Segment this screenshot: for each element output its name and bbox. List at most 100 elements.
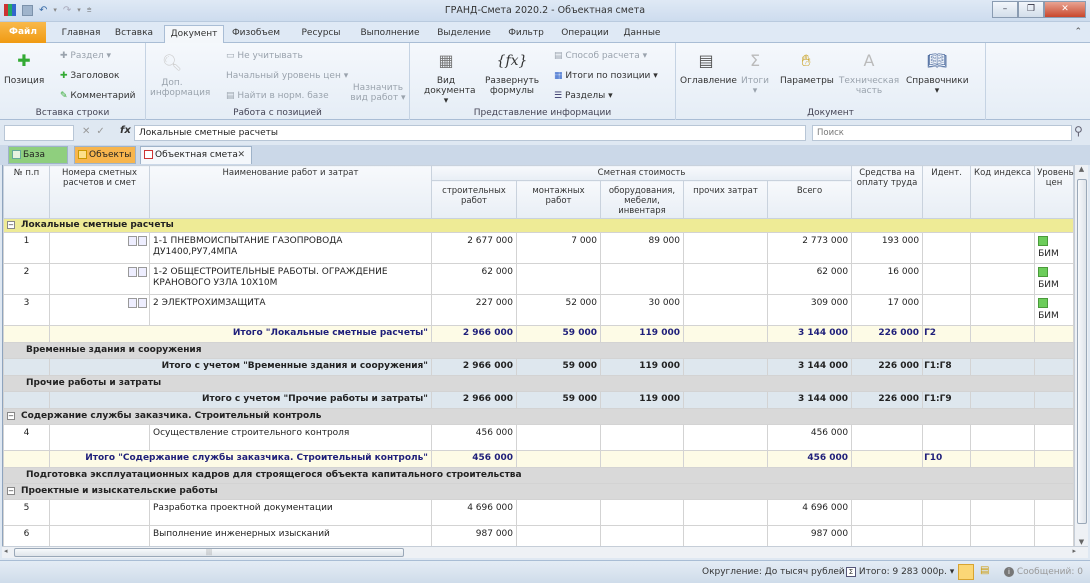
report-view-toggle[interactable]: ▤ [980, 565, 989, 576]
horizontal-scroll-thumb[interactable]: ||| [14, 548, 404, 557]
header-price-level[interactable]: Уровень цен [1034, 165, 1074, 219]
cell-ident[interactable] [922, 424, 972, 451]
cell-estimate-num[interactable] [49, 232, 150, 264]
total-total[interactable]: 3 144 000 [766, 358, 853, 376]
cell-other[interactable] [683, 232, 768, 264]
formula-input[interactable]: Локальные сметные расчеты [134, 125, 806, 141]
tab-document[interactable]: Документ [164, 25, 224, 44]
total-construction[interactable]: 2 966 000 [431, 325, 517, 343]
header-labor[interactable]: Средства на оплату труда [851, 165, 924, 219]
cell-construction[interactable]: 456 000 [431, 424, 517, 451]
total-other[interactable] [683, 325, 768, 343]
total-ident[interactable]: Г10 [922, 450, 972, 468]
cell-total[interactable]: 62 000 [766, 263, 853, 295]
total-ident[interactable]: Г1:Г8 [922, 358, 972, 376]
cell-installation[interactable]: 7 000 [516, 232, 601, 264]
cell-ident[interactable] [922, 525, 972, 546]
cell-name[interactable]: Разработка проектной документации [149, 499, 432, 526]
cell-construction[interactable]: 227 000 [431, 294, 517, 326]
total-equipment[interactable]: 119 000 [600, 358, 684, 376]
cell-price-level[interactable] [1034, 499, 1074, 526]
cell-ident[interactable] [922, 232, 972, 264]
grid-view-toggle[interactable] [958, 564, 974, 580]
tab-execution[interactable]: Выполнение [356, 25, 424, 43]
doc-icon[interactable] [128, 236, 137, 246]
total-row[interactable]: Итого с учетом "Прочие работы и затраты"… [3, 391, 1074, 409]
total-other[interactable] [683, 450, 768, 468]
empty-cell[interactable] [970, 358, 1036, 376]
scroll-down-icon[interactable]: ▼ [1075, 538, 1088, 546]
initial-price-level-dropdown[interactable]: Начальный уровень цен ▾ [226, 71, 348, 81]
totals-by-position-dropdown[interactable]: ▦ Итоги по позиции ▾ [554, 71, 658, 81]
cell-name[interactable]: Выполнение инженерных изысканий [149, 525, 432, 546]
cancel-icon[interactable]: ✕ [82, 126, 96, 137]
cell-other[interactable] [683, 424, 768, 451]
collapse-icon[interactable]: − [7, 412, 15, 420]
print-icon[interactable] [138, 267, 147, 277]
cell-name[interactable]: Осуществление строительного контроля [149, 424, 432, 451]
empty-cell[interactable] [1034, 325, 1074, 343]
print-icon[interactable] [138, 236, 147, 246]
header-total[interactable]: Всего [766, 180, 853, 219]
cell-num[interactable]: 4 [3, 424, 50, 451]
fx-icon[interactable]: fx [120, 125, 131, 136]
cell-ident[interactable] [922, 263, 972, 295]
tab-filter[interactable]: Фильтр [504, 25, 548, 43]
cell-name[interactable]: 1-1 ПНЕВМОИСПЫТАНИЕ ГАЗОПРОВОДА ДУ1400,Р… [149, 232, 432, 264]
document-view-button[interactable]: ▦ Вид документа ▾ [424, 49, 475, 107]
messages-indicator[interactable]: i Сообщений: 0 [1004, 567, 1083, 577]
total-row[interactable]: Итого "Локальные сметные расчеты" 2 966 0… [3, 325, 1074, 343]
cell-price-level[interactable] [1034, 525, 1074, 546]
cell-index-code[interactable] [970, 263, 1036, 295]
confirm-icon[interactable]: ✓ [96, 126, 110, 137]
technical-part-button[interactable]: A Техническая часть [838, 49, 900, 97]
total-total[interactable]: 3 144 000 [766, 325, 853, 343]
cell-construction[interactable]: 4 696 000 [431, 499, 517, 526]
cell-installation[interactable]: 52 000 [516, 294, 601, 326]
cell-index-code[interactable] [970, 424, 1036, 451]
total-equipment[interactable] [600, 450, 684, 468]
section-row[interactable]: Прочие работы и затраты [3, 375, 1074, 392]
section-title-cell[interactable]: Прочие работы и затраты [3, 375, 1074, 392]
cell-labor[interactable]: 17 000 [851, 294, 924, 326]
scroll-up-icon[interactable]: ▲ [1075, 165, 1088, 173]
cell-name[interactable]: 1-2 ОБЩЕСТРОИТЕЛЬНЫЕ РАБОТЫ. ОГРАЖДЕНИЕ … [149, 263, 432, 295]
total-labor[interactable]: 226 000 [851, 358, 924, 376]
cell-name[interactable]: 2 ЭЛЕКТРОХИМЗАЩИТА [149, 294, 432, 326]
close-tab-icon[interactable]: ✕ [237, 147, 245, 163]
total-ident[interactable]: Г1:Г9 [922, 391, 972, 409]
header-ident[interactable]: Идент. [922, 165, 972, 219]
cell-other[interactable] [683, 525, 768, 546]
cell-estimate-num[interactable] [49, 263, 150, 295]
sections-dropdown[interactable]: ☰ Разделы ▾ [554, 91, 613, 101]
parameters-button[interactable]: ✋︎ Параметры [780, 49, 834, 87]
tab-objects[interactable]: Объекты [74, 146, 136, 164]
tab-home[interactable]: Главная [56, 25, 106, 43]
total-construction[interactable]: 2 966 000 [431, 358, 517, 376]
header-other[interactable]: прочих затрат [683, 180, 768, 219]
cell-total[interactable]: 309 000 [766, 294, 853, 326]
cell-price-level[interactable]: БИМ [1034, 294, 1074, 326]
name-box[interactable] [4, 125, 74, 141]
tab-data[interactable]: Данные [620, 25, 664, 43]
tab-object-estimate[interactable]: Объектная смета ✕ [140, 146, 252, 164]
cell-equipment[interactable]: 30 000 [600, 294, 684, 326]
header-equipment[interactable]: оборудования, мебели, инвентаря [600, 180, 684, 219]
cell-installation[interactable] [516, 424, 601, 451]
header-name[interactable]: Наименование работ и затрат [149, 165, 432, 219]
cell-labor[interactable] [851, 525, 924, 546]
scroll-left-icon[interactable]: ◂ [4, 547, 8, 555]
horizontal-scrollbar[interactable]: ◂ ||| ▸ [2, 546, 1088, 558]
cell-labor[interactable]: 193 000 [851, 232, 924, 264]
extra-info-button[interactable]: 🔍︎ Доп. информация [150, 51, 210, 99]
totals-button[interactable]: Σ Итоги ▾ [740, 49, 770, 97]
assign-work-type-button[interactable]: Назначить вид работ ▾ [350, 83, 406, 103]
header-index-code[interactable]: Код индекса [970, 165, 1036, 219]
cell-estimate-num[interactable] [49, 294, 150, 326]
cell-ident[interactable] [922, 499, 972, 526]
total-other[interactable] [683, 391, 768, 409]
toc-button[interactable]: ▤ Оглавление [680, 49, 737, 87]
ignore-button[interactable]: ▭ Не учитывать [226, 51, 303, 61]
maximize-button[interactable]: ❐ [1018, 1, 1044, 18]
tab-file[interactable]: Файл [0, 22, 46, 43]
